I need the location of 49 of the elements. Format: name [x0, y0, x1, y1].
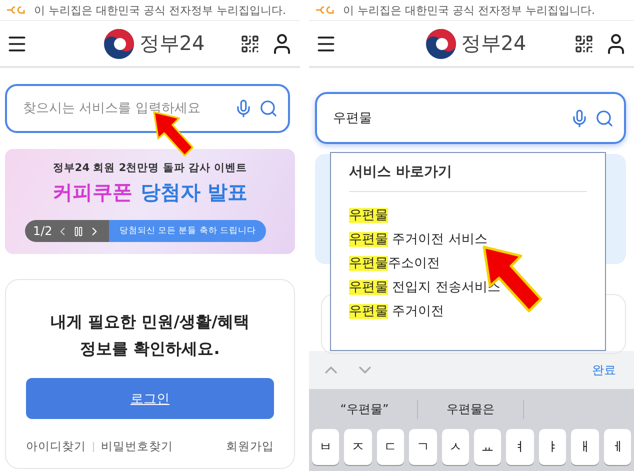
search-field[interactable]: 찾으시는 서비스를 입력하세요 [5, 84, 290, 133]
pause-icon[interactable] [73, 226, 84, 236]
suggestion-item[interactable]: 우편물 [349, 206, 587, 224]
suggestion-item[interactable]: 우편물주소이전 [349, 254, 587, 272]
keyboard-key[interactable]: ㅂ [312, 429, 340, 465]
word-suggestion[interactable]: 우편물은 [418, 400, 524, 418]
search-input[interactable]: 찾으시는 서비스를 입력하세요 [21, 100, 228, 117]
promo-banner[interactable]: 정부24 회원 2천만명 돌파 감사 이벤트 커피쿠폰 당첨자 발표 1/2 당첨되신 모든 분들 축하 드립니다 [5, 149, 295, 254]
dropdown-title: 서비스 바로가기 [349, 163, 587, 192]
notice-text: 이 누리집은 대한민국 공식 전자정부 누리집입니다. [343, 2, 595, 18]
login-message: 내게 필요한 민원/생활/혜택 정보를 확인하세요. [50, 311, 250, 360]
banner-headline: 당첨자 발표 [140, 179, 248, 206]
suggestion-item[interactable]: 우편물 주거이전 서비스 [349, 230, 587, 248]
logo-text: 정부24 [460, 30, 526, 57]
logo-text: 정부24 [139, 30, 205, 57]
keyboard-key[interactable]: ㄱ [409, 429, 437, 465]
banner-caption: 당첨되신 모든 분들 축하 드립니다 [109, 220, 266, 242]
qr-code-icon[interactable] [574, 34, 594, 54]
word-suggestion[interactable]: “우편물” [312, 400, 418, 418]
logo-icon [103, 28, 136, 60]
suggestion-item[interactable]: 우편물 주거이전 [349, 302, 587, 320]
keyboard-key[interactable]: ㄷ [376, 429, 404, 465]
keyboard-key[interactable]: ㅐ [571, 429, 599, 465]
keyboard-key[interactable]: ㅔ [604, 429, 632, 465]
qr-code-icon[interactable] [240, 34, 260, 54]
done-button[interactable]: 완료 [586, 360, 622, 380]
eg-logo-icon [315, 5, 335, 15]
search-input[interactable]: 우편물 [331, 110, 564, 126]
keyboard-key[interactable]: ㅅ [442, 429, 470, 465]
keyboard-key[interactable]: ㅈ [344, 429, 372, 465]
keyboard-key[interactable]: ㅛ [474, 429, 502, 465]
suggestion-item[interactable]: 우편물 전입지 전송서비스 [349, 278, 587, 296]
search-icon[interactable] [259, 99, 278, 118]
login-button[interactable]: 로그인 [26, 378, 274, 419]
account-link[interactable]: 아이디찾기 [26, 439, 86, 454]
account-link[interactable]: 비밀번호찾기 [101, 439, 173, 454]
banner-subtitle: 정부24 회원 2천만명 돌파 감사 이벤트 [52, 161, 248, 175]
search-field[interactable]: 우편물 [315, 92, 626, 144]
logo-icon [424, 28, 457, 60]
search-icon[interactable] [595, 108, 614, 128]
keyboard-key[interactable]: ㅑ [538, 429, 566, 465]
signup-link[interactable]: 회원가입 [226, 439, 274, 454]
keyboard-key[interactable]: ㅕ [506, 429, 534, 465]
notice-text: 이 누리집은 대한민국 공식 전자정부 누리집입니다. [34, 2, 286, 18]
microphone-icon[interactable] [570, 108, 589, 128]
banner-headline: 커피쿠폰 [52, 179, 133, 206]
eg-logo-icon [6, 5, 26, 15]
banner-pager[interactable]: 1/2 [25, 220, 110, 242]
microphone-icon[interactable] [234, 99, 253, 118]
